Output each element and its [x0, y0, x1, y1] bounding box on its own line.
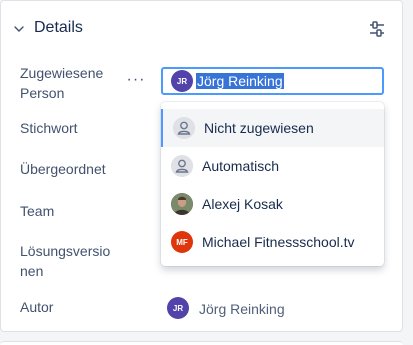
- team-label: Team: [20, 203, 55, 219]
- option-alexej-kosak[interactable]: Alexej Kosak: [161, 185, 384, 223]
- assignee-dropdown: Nicht zugewiesen Automatisch Alexej Kosa…: [161, 102, 384, 266]
- person-icon: [171, 155, 193, 177]
- avatar: MF: [171, 231, 193, 253]
- author-name: Jörg Reinking: [199, 301, 285, 317]
- option-unassigned[interactable]: Nicht zugewiesen: [161, 109, 384, 147]
- assignee-input[interactable]: JR Jörg Reinking: [161, 67, 384, 95]
- assignee-label: Zugewiesene Person: [20, 65, 104, 101]
- author-avatar: JR: [167, 297, 189, 319]
- keyword-label: Stichwort: [20, 120, 78, 136]
- next-panel-edge: [0, 341, 403, 345]
- details-header[interactable]: Details: [1, 1, 402, 57]
- option-label: Alexej Kosak: [202, 196, 283, 212]
- parent-label: Übergeordnet: [20, 161, 106, 177]
- option-label: Nicht zugewiesen: [204, 120, 314, 136]
- chevron-down-icon[interactable]: [13, 23, 25, 35]
- option-automatic[interactable]: Automatisch: [161, 147, 384, 185]
- person-icon: [173, 117, 195, 139]
- section-title: Details: [34, 19, 83, 36]
- author-label: Autor: [20, 299, 54, 315]
- option-michael-fitnessschool[interactable]: MF Michael Fitnessschool.tv: [161, 223, 384, 261]
- option-label: Automatisch: [202, 158, 280, 174]
- option-label: Michael Fitnessschool.tv: [202, 234, 355, 250]
- sliders-icon[interactable]: [367, 19, 387, 39]
- more-actions-button[interactable]: ···: [125, 71, 147, 89]
- fixversion-label: Lösungsversionen: [20, 243, 111, 279]
- user-photo-avatar: [171, 193, 193, 215]
- avatar: JR: [171, 70, 193, 92]
- assignee-input-value[interactable]: Jörg Reinking: [196, 73, 284, 89]
